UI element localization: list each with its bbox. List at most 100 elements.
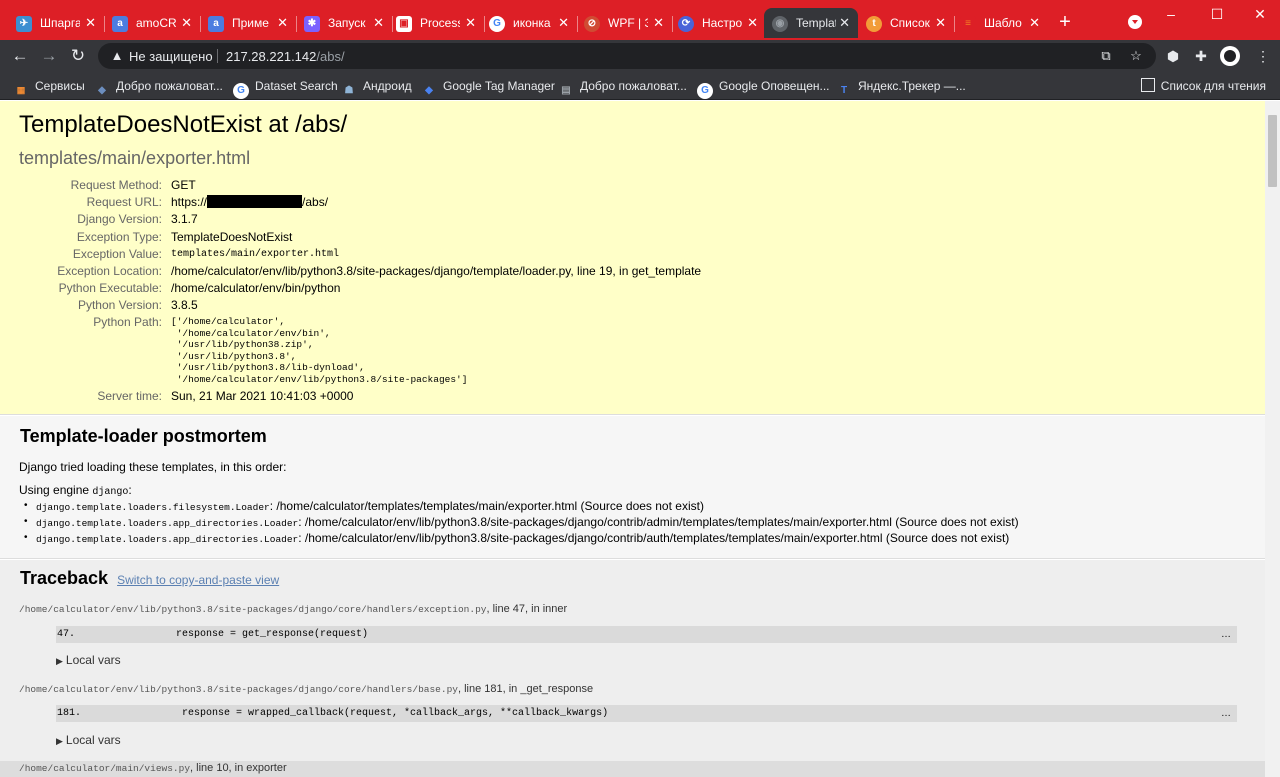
- reading-list-button[interactable]: Список для чтения: [1140, 77, 1266, 95]
- meta-value: GET: [171, 178, 196, 192]
- bookmark-item[interactable]: ▤ Добро пожаловат...: [558, 77, 687, 96]
- meta-key: Request Method:: [70, 178, 162, 192]
- meta-value: Sun, 21 Mar 2021 10:41:03 +0000: [171, 389, 354, 403]
- new-tab-button[interactable]: +: [1054, 11, 1076, 33]
- tab-close-icon[interactable]: ✕: [373, 15, 384, 31]
- meta-key: Server time:: [97, 389, 162, 403]
- minimize-button[interactable]: –: [1156, 4, 1186, 24]
- close-window-button[interactable]: ✕: [1245, 4, 1275, 24]
- bookmark-item[interactable]: T Яндекс.Трекер —...: [836, 77, 966, 96]
- bookmark-item[interactable]: ☗ Андроид: [341, 77, 412, 96]
- reload-button[interactable]: ↻: [67, 45, 89, 67]
- meta-key: Exception Value:: [72, 247, 162, 261]
- menu-icon[interactable]: ⋮: [1252, 45, 1274, 67]
- bookmark-item[interactable]: ▦ Сервисы: [13, 77, 85, 95]
- browser-tab-active[interactable]: ◉ Templat ✕: [764, 8, 858, 38]
- error-summary: TemplateDoesNotExist at /abs/ templates/…: [0, 101, 1265, 415]
- browser-tab[interactable]: ✈ Шпарга ✕: [8, 8, 105, 38]
- tab-close-icon[interactable]: ✕: [653, 15, 664, 31]
- meta-value: https:///abs/: [171, 195, 329, 209]
- tab-close-icon[interactable]: ✕: [465, 15, 476, 31]
- address-bar[interactable]: ▲ Не защищено 217.28.221.142/abs/ ⧉ ☆: [98, 43, 1156, 69]
- google-icon: G: [697, 83, 713, 99]
- meta-value: 3.1.7: [171, 212, 198, 226]
- page-scrollbar[interactable]: [1265, 101, 1280, 777]
- context-line[interactable]: 47. response = get_response(request) …: [56, 626, 1237, 643]
- expand-ellipsis[interactable]: …: [1221, 626, 1231, 643]
- code-text: response = wrapped_callback(request, *ca…: [182, 708, 609, 719]
- tab-title: Приме: [232, 16, 269, 30]
- meta-value: templates/main/exporter.html: [171, 249, 340, 260]
- meta-key: Exception Location:: [57, 264, 162, 278]
- forward-button[interactable]: →: [38, 45, 60, 67]
- tab-title: Шабло: [984, 16, 1022, 30]
- tab-close-icon[interactable]: ✕: [277, 15, 288, 31]
- tab-title: Шпарга: [40, 16, 80, 30]
- browser-tab[interactable]: G иконка ✕: [481, 8, 578, 38]
- tab-close-icon[interactable]: ✕: [935, 15, 946, 31]
- expand-ellipsis[interactable]: …: [1221, 705, 1231, 722]
- extension-icon[interactable]: ⬢: [1162, 45, 1184, 67]
- section-title: Traceback Switch to copy-and-paste view: [20, 568, 280, 588]
- local-vars-toggle[interactable]: ▶ Local vars: [56, 653, 121, 669]
- meta-value: /home/calculator/env/bin/python: [171, 281, 341, 295]
- browser-tab[interactable]: a amoCR ✕: [104, 8, 201, 38]
- frame-location: /home/calculator/env/lib/python3.8/site-…: [19, 603, 568, 615]
- frame-location: /home/calculator/main/views.py, line 10,…: [0, 761, 1265, 777]
- tab-title: WPF | З: [608, 16, 648, 30]
- scrollbar-thumb[interactable]: [1268, 115, 1277, 187]
- address-url[interactable]: 217.28.221.142/abs/: [226, 49, 345, 64]
- extensions-puzzle-icon[interactable]: ✚: [1190, 45, 1212, 67]
- local-vars-toggle[interactable]: ▶ Local vars: [56, 733, 121, 749]
- browser-tab[interactable]: t Список ✕: [858, 8, 955, 38]
- back-button[interactable]: ←: [9, 45, 31, 67]
- tab-close-icon[interactable]: ✕: [747, 15, 758, 31]
- engine-line: Using engine django:: [19, 483, 132, 498]
- meta-value: TemplateDoesNotExist: [171, 230, 293, 244]
- traceback-section: Traceback Switch to copy-and-paste view …: [0, 560, 1265, 777]
- list-item: django.template.loaders.filesystem.Loade…: [24, 499, 1019, 515]
- tab-close-icon[interactable]: ✕: [558, 15, 569, 31]
- meta-key: Python Path:: [93, 315, 162, 329]
- code-text: response = get_response(request): [176, 629, 369, 640]
- browser-tab[interactable]: ⊘ WPF | З ✕: [576, 8, 673, 38]
- profile-avatar[interactable]: [1220, 46, 1240, 66]
- tab-strip: ✈ Шпарга ✕ a amoCR ✕ a Приме ✕ ✱ Запуск …: [0, 0, 1280, 40]
- security-label[interactable]: Не защищено: [129, 49, 213, 64]
- browser-tab[interactable]: ✱ Запуск ✕: [296, 8, 393, 38]
- globe-icon: ◉: [772, 16, 788, 32]
- meta-key: Python Version:: [77, 298, 162, 312]
- translate-icon[interactable]: ⧉: [1098, 48, 1114, 64]
- bookmark-item[interactable]: ◆ Добро пожаловат...: [94, 77, 223, 96]
- tab-search-icon[interactable]: [1128, 15, 1142, 29]
- bookmarks-bar: ▦ Сервисы ◆ Добро пожаловат... G Dataset Se…: [0, 72, 1280, 100]
- tab-close-icon[interactable]: ✕: [839, 15, 850, 31]
- meta-key: Django Version:: [77, 212, 162, 226]
- switch-view-link[interactable]: Switch to copy-and-paste view: [117, 573, 279, 587]
- warning-icon[interactable]: ▲: [109, 48, 125, 64]
- browser-tab[interactable]: ≡ Шабло ✕: [952, 8, 1048, 38]
- bookmark-item[interactable]: ◆ Google Tag Manager: [421, 77, 555, 96]
- reading-list-icon: [1140, 78, 1155, 92]
- meta-key: Request URL:: [86, 195, 162, 209]
- browser-tab[interactable]: a Приме ✕: [200, 8, 297, 38]
- tab-close-icon[interactable]: ✕: [181, 15, 192, 31]
- tab-close-icon[interactable]: ✕: [85, 15, 96, 31]
- redacted-block: [207, 195, 303, 208]
- tab-close-icon[interactable]: ✕: [1029, 15, 1040, 31]
- bookmark-item[interactable]: G Dataset Search: [233, 77, 338, 99]
- bookmark-item[interactable]: G Google Оповещен...: [697, 77, 830, 99]
- template-postmortem: Template-loader postmortem Django tried …: [0, 416, 1265, 559]
- document-icon: ▣: [396, 16, 412, 32]
- browser-tab[interactable]: ▣ Process ✕: [388, 8, 485, 38]
- browser-tab[interactable]: ⟳ Настро ✕: [670, 8, 766, 38]
- meta-value: /home/calculator/env/lib/python3.8/site-…: [171, 264, 702, 278]
- sync-icon: ⟳: [678, 16, 694, 32]
- bookmark-star-icon[interactable]: ☆: [1128, 48, 1144, 64]
- line-number: 47.: [57, 629, 76, 640]
- triangle-right-icon: ▶: [56, 656, 63, 666]
- maximize-button[interactable]: ☐: [1202, 4, 1232, 24]
- python-path-value: ['/home/calculator', '/home/calculator/e…: [171, 316, 468, 385]
- context-line[interactable]: 181. response = wrapped_callback(request…: [56, 705, 1237, 722]
- tab-title: Process: [420, 16, 460, 30]
